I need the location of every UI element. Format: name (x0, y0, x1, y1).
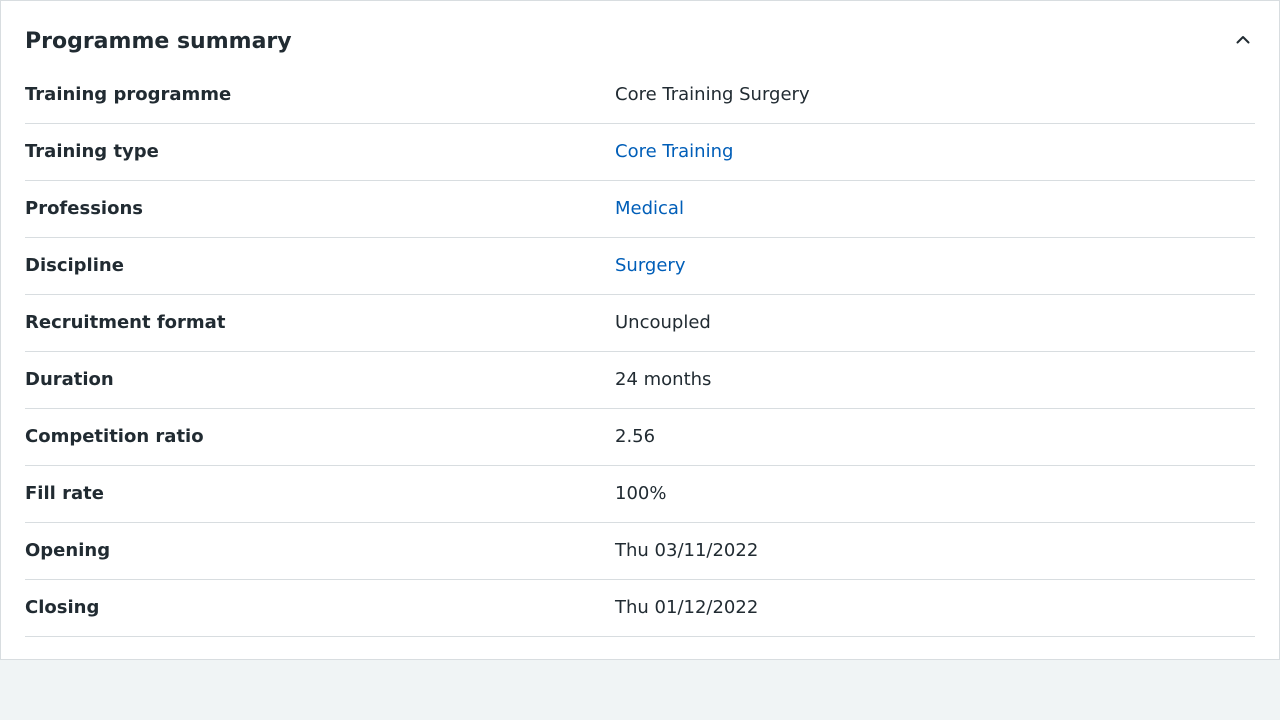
summary-row-recruitment-format: Recruitment format Uncoupled (25, 295, 1255, 352)
professions-link[interactable]: Medical (615, 197, 684, 221)
summary-value: Uncoupled (615, 312, 711, 333)
summary-key: Training type (25, 141, 159, 162)
card-title: Programme summary (25, 29, 292, 54)
summary-list: Training programme Core Training Surgery… (25, 67, 1255, 637)
summary-key: Discipline (25, 255, 124, 276)
summary-key: Closing (25, 597, 100, 618)
summary-key: Competition ratio (25, 426, 204, 447)
summary-value: 100% (615, 483, 667, 504)
summary-value: 2.56 (615, 426, 656, 447)
summary-value: 24 months (615, 369, 712, 390)
summary-row-training-programme: Training programme Core Training Surgery (25, 67, 1255, 124)
summary-row-closing: Closing Thu 01/12/2022 (25, 580, 1255, 637)
programme-summary-card: Programme summary Training programme Cor… (0, 0, 1280, 660)
summary-row-discipline: Discipline Surgery (25, 238, 1255, 295)
summary-row-duration: Duration 24 months (25, 352, 1255, 409)
summary-row-competition-ratio: Competition ratio 2.56 (25, 409, 1255, 466)
summary-key: Opening (25, 540, 111, 561)
summary-row-fill-rate: Fill rate 100% (25, 466, 1255, 523)
discipline-link[interactable]: Surgery (615, 254, 685, 278)
summary-key: Professions (25, 198, 143, 219)
summary-key: Duration (25, 369, 114, 390)
chevron-up-icon (1236, 36, 1250, 44)
card-header: Programme summary (25, 27, 1255, 57)
summary-row-opening: Opening Thu 03/11/2022 (25, 523, 1255, 580)
summary-key: Training programme (25, 84, 232, 105)
summary-key: Fill rate (25, 483, 104, 504)
summary-value: Thu 01/12/2022 (615, 597, 759, 618)
summary-row-professions: Professions Medical (25, 181, 1255, 238)
summary-row-training-type: Training type Core Training (25, 124, 1255, 181)
collapse-toggle-button[interactable] (1231, 27, 1255, 51)
summary-value: Core Training Surgery (615, 84, 810, 105)
training-type-link[interactable]: Core Training (615, 140, 733, 164)
summary-value: Thu 03/11/2022 (615, 540, 759, 561)
summary-key: Recruitment format (25, 312, 226, 333)
